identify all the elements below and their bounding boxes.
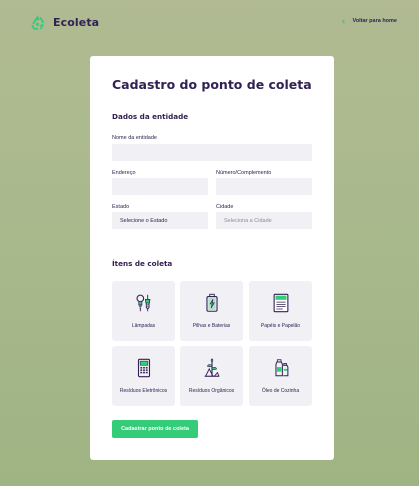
address-label: Endereço (112, 170, 136, 176)
address-input[interactable] (112, 178, 208, 195)
city-select[interactable]: Seleciona a Cidade (216, 212, 312, 229)
registration-card: Cadastro do ponto de coleta Dados da ent… (90, 56, 334, 460)
arrow-left-icon (342, 18, 346, 24)
item-organic[interactable]: Resíduos Orgânicos (180, 346, 243, 406)
item-oil[interactable]: Óleo de Cozinha (249, 346, 312, 406)
submit-button[interactable]: Cadastrar ponto de coleta (112, 420, 198, 438)
item-organic-label: Resíduos Orgânicos (188, 387, 235, 394)
number-label: Número/Complemento (216, 170, 272, 176)
entity-name-input[interactable] (112, 144, 312, 161)
item-oil-label: Óleo de Cozinha (261, 387, 300, 394)
entity-name-label: Nome da entidade (112, 135, 157, 141)
item-lamps[interactable]: Lâmpadas (112, 281, 175, 341)
organic-icon (204, 358, 219, 377)
electronics-icon (137, 358, 150, 378)
back-link-label: Voltar para home (352, 18, 397, 24)
items-section-title: Ítens de coleta (112, 259, 173, 268)
paper-icon (273, 293, 288, 313)
item-electronics[interactable]: Resíduos Eletrônicos (112, 346, 175, 406)
recycle-icon (31, 15, 45, 30)
entity-section-title: Dados da entidade (112, 112, 189, 121)
logo-text: Ecoleta (53, 16, 100, 29)
number-input[interactable] (216, 178, 312, 195)
battery-icon (205, 293, 218, 312)
state-select[interactable]: Selecione o Estado (112, 212, 208, 229)
state-select-value: Selecione o Estado (120, 217, 168, 224)
city-label: Cidade (216, 204, 234, 210)
item-paper-label: Papéis e Papelão (260, 322, 301, 329)
page-title: Cadastro do ponto de coleta (112, 77, 312, 92)
back-to-home-link[interactable]: Voltar para home (341, 18, 397, 24)
item-paper[interactable]: Papéis e Papelão (249, 281, 312, 341)
top-bar: Ecoleta Voltar para home (0, 0, 419, 46)
state-label: Estado (112, 204, 130, 210)
item-electronics-label: Resíduos Eletrônicos (119, 387, 168, 394)
item-lamps-label: Lâmpadas (131, 322, 156, 329)
item-batteries-label: Pilhas e Baterias (192, 322, 231, 329)
logo[interactable]: Ecoleta (29, 14, 99, 31)
item-batteries[interactable]: Pilhas e Baterias (180, 281, 243, 341)
lamps-icon (135, 294, 150, 312)
oil-icon (274, 359, 288, 377)
city-select-value: Seleciona a Cidade (224, 217, 272, 224)
